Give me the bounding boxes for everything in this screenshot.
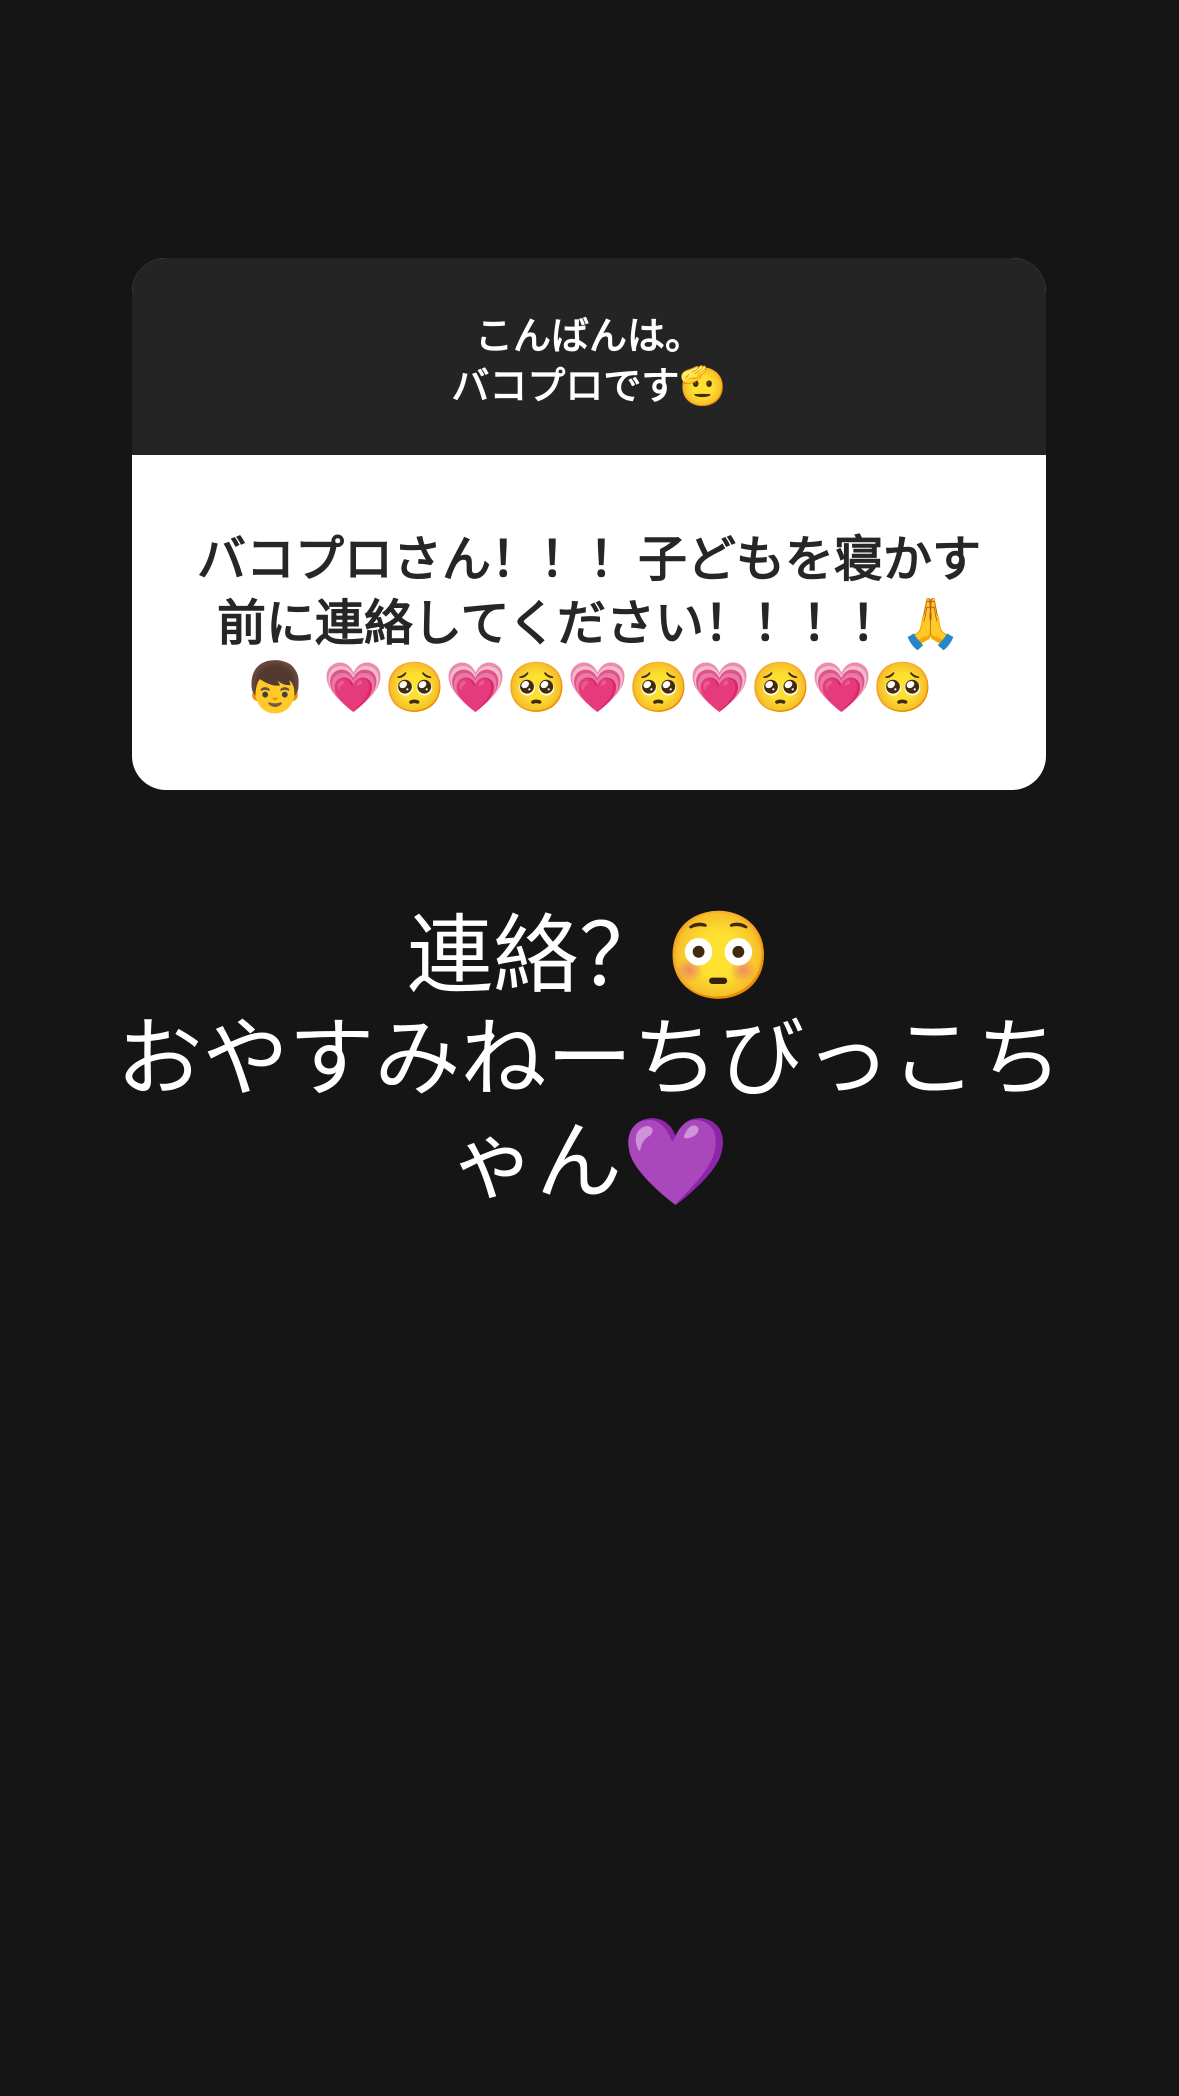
question-answer: バコプロさん！！！子どもを寝かす 前に連絡してください！！！！🙏 👦 💗🥺💗🥺💗… bbox=[196, 530, 981, 716]
story-reply-text: 連絡？😳 おやすみねーちびっこち ゃん💜 bbox=[116, 906, 1063, 1212]
question-sticker: こんばんは。 バコプロです🫡 バコプロさん！！！子どもを寝かす 前に連絡してくだ… bbox=[132, 258, 1046, 790]
question-sticker-body: バコプロさん！！！子どもを寝かす 前に連絡してください！！！！🙏 👦 💗🥺💗🥺💗… bbox=[132, 455, 1046, 790]
question-sticker-header: こんばんは。 バコプロです🫡 bbox=[132, 258, 1046, 455]
question-prompt: こんばんは。 バコプロです🫡 bbox=[451, 313, 727, 408]
